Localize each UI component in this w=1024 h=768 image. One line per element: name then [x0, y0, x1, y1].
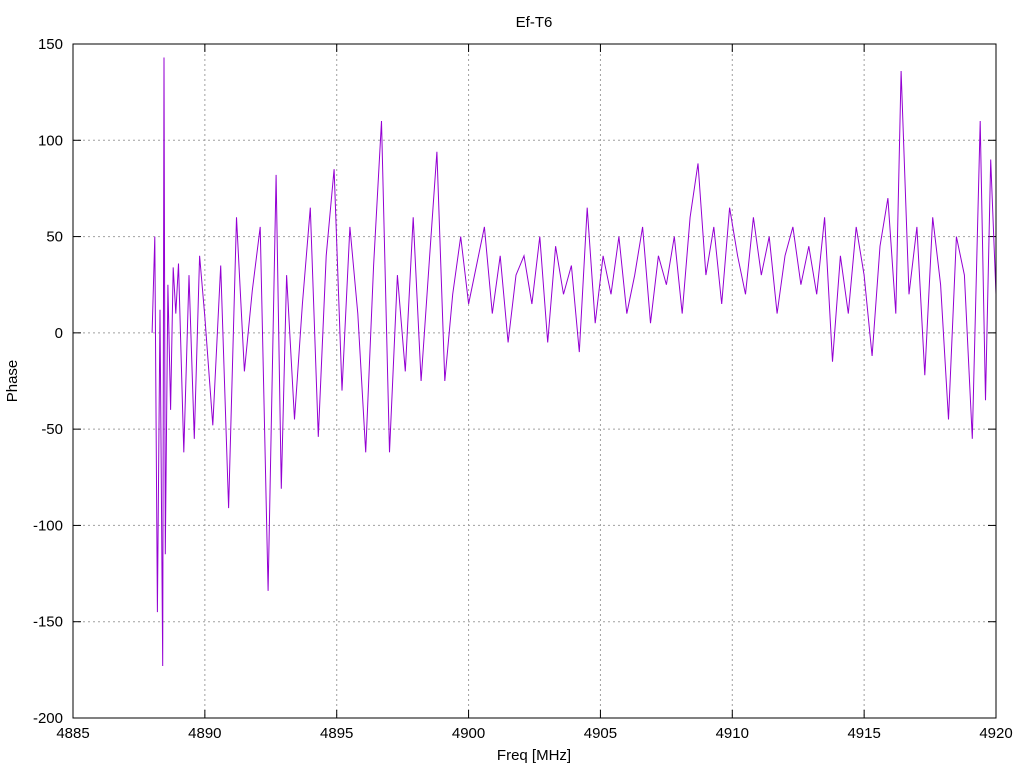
- y-tick-label: -200: [33, 710, 63, 727]
- chart-title: Ef-T6: [516, 14, 553, 31]
- x-tick-label: 4910: [716, 725, 749, 742]
- y-tick-label: 0: [55, 325, 63, 342]
- x-tick-label: 4900: [452, 725, 485, 742]
- x-tick-label: 4895: [320, 725, 353, 742]
- x-tick-label: 4890: [188, 725, 221, 742]
- x-tick-label: 4920: [979, 725, 1012, 742]
- y-tick-label: -100: [33, 517, 63, 534]
- y-axis-label: Phase: [4, 360, 21, 403]
- x-tick-label: 4905: [584, 725, 617, 742]
- x-tick-label: 4885: [56, 725, 89, 742]
- x-axis-label: Freq [MHz]: [497, 747, 571, 764]
- y-tick-label: -50: [41, 421, 63, 438]
- chart-background: [0, 0, 1024, 768]
- y-tick-label: 150: [38, 36, 63, 53]
- y-tick-label: -150: [33, 614, 63, 631]
- y-tick-label: 50: [46, 229, 63, 246]
- y-tick-label: 100: [38, 132, 63, 149]
- x-tick-label: 4915: [847, 725, 880, 742]
- phase-chart: 4885 4890 4895 4900 4905 4910 4915 4920 -200 -150…: [0, 0, 1024, 768]
